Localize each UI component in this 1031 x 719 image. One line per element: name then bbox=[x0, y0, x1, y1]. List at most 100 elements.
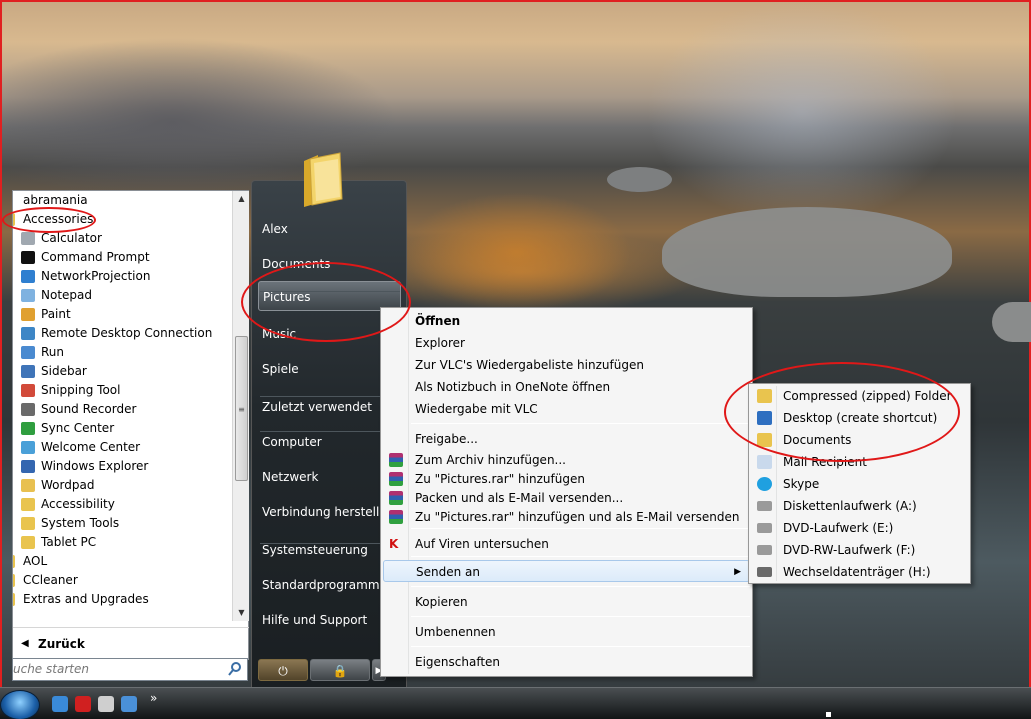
send-to-label: Diskettenlaufwerk (A:) bbox=[783, 499, 917, 513]
program-item[interactable]: Accessories bbox=[13, 210, 233, 229]
taskbar: » bbox=[0, 687, 1031, 719]
program-label: Extras and Upgrades bbox=[23, 592, 149, 606]
program-label: CCleaner bbox=[23, 573, 78, 587]
context-menu-item[interactable]: K Auf Viren untersuchen bbox=[383, 533, 750, 555]
context-menu-label: Senden an bbox=[416, 565, 480, 579]
send-to-item[interactable]: Diskettenlaufwerk (A:) bbox=[751, 495, 968, 517]
programs-scrollbar[interactable]: ▲ ≡ ▼ bbox=[232, 191, 249, 621]
program-item[interactable]: Calculator bbox=[13, 229, 233, 248]
notepad-icon bbox=[21, 289, 35, 302]
power-icon[interactable]: ⏻ bbox=[258, 659, 308, 681]
context-menu-item[interactable]: Als Notizbuch in OneNote öffnen bbox=[383, 376, 750, 398]
program-item[interactable]: Sidebar bbox=[13, 362, 233, 381]
send-to-item[interactable]: Mail Recipient bbox=[751, 451, 968, 473]
back-arrow-icon: ◀ bbox=[21, 638, 29, 649]
winrar-icon bbox=[389, 472, 403, 486]
start-menu-place-documents[interactable]: Documents bbox=[258, 249, 401, 279]
zip-folder-icon bbox=[757, 389, 772, 403]
send-to-item[interactable]: DVD-RW-Laufwerk (F:) bbox=[751, 539, 968, 561]
program-label: Tablet PC bbox=[41, 535, 97, 549]
folder-icon bbox=[21, 498, 35, 511]
wordpad-icon bbox=[21, 479, 35, 492]
show-desktop-icon[interactable] bbox=[121, 696, 137, 712]
windows-media-icon[interactable] bbox=[52, 696, 68, 712]
context-menu-item[interactable]: Freigabe... bbox=[383, 428, 750, 450]
scroll-up-arrow-icon[interactable]: ▲ bbox=[233, 191, 250, 207]
welcome-center-icon bbox=[21, 441, 35, 454]
program-item[interactable]: Command Prompt bbox=[13, 248, 233, 267]
program-item[interactable]: abramania bbox=[13, 191, 233, 210]
send-to-item[interactable]: DVD-Laufwerk (E:) bbox=[751, 517, 968, 539]
send-to-item[interactable]: Documents bbox=[751, 429, 968, 451]
quick-launch-chevron[interactable]: » bbox=[150, 691, 157, 705]
context-menu-item[interactable]: Öffnen bbox=[383, 310, 750, 332]
power-buttons: ⏻ 🔒 ▶ bbox=[258, 659, 398, 681]
send-to-label: DVD-RW-Laufwerk (F:) bbox=[783, 543, 916, 557]
context-menu-label: Als Notizbuch in OneNote öffnen bbox=[415, 380, 611, 394]
dvd-rw-drive-icon bbox=[757, 545, 772, 555]
program-label: Notepad bbox=[41, 288, 92, 302]
send-to-item[interactable]: Compressed (zipped) Folder bbox=[751, 385, 968, 407]
program-item[interactable]: Paint bbox=[13, 305, 233, 324]
program-item[interactable]: Run bbox=[13, 343, 233, 362]
program-item[interactable]: System Tools bbox=[13, 514, 233, 533]
program-item[interactable]: CCleaner bbox=[13, 571, 233, 590]
program-item[interactable]: Sound Recorder bbox=[13, 400, 233, 419]
send-to-item[interactable]: Wechseldatenträger (H:) bbox=[751, 561, 968, 583]
back-button[interactable]: ◀ Zurück bbox=[13, 627, 249, 661]
context-menu-item[interactable]: Eigenschaften bbox=[383, 651, 750, 673]
scroll-thumb[interactable]: ≡ bbox=[235, 336, 248, 481]
program-item[interactable]: Accessibility bbox=[13, 495, 233, 514]
remote-desktop-icon bbox=[21, 327, 35, 340]
program-item[interactable]: Tablet PC bbox=[13, 533, 233, 552]
program-item[interactable]: Wordpad bbox=[13, 476, 233, 495]
program-item[interactable]: Welcome Center bbox=[13, 438, 233, 457]
skype-icon bbox=[757, 477, 772, 491]
send-to-label: DVD-Laufwerk (E:) bbox=[783, 521, 894, 535]
program-item[interactable]: AOL bbox=[13, 552, 233, 571]
separator bbox=[411, 528, 750, 529]
programs-list: abramania Accessories Calculator Command Pr… bbox=[13, 191, 233, 621]
folder-icon bbox=[13, 213, 15, 226]
program-label: Sidebar bbox=[41, 364, 87, 378]
context-menu-item[interactable]: Umbenennen bbox=[383, 621, 750, 643]
context-menu-item[interactable]: Explorer bbox=[383, 332, 750, 354]
context-menu-item[interactable]: Zur VLC's Wiedergabeliste hinzufügen bbox=[383, 354, 750, 376]
program-item[interactable]: Extras and Upgrades bbox=[13, 590, 233, 609]
send-to-item[interactable]: Skype bbox=[751, 473, 968, 495]
kaspersky-icon: K bbox=[389, 537, 399, 551]
context-menu-label: Zu "Pictures.rar" hinzufügen und als E-M… bbox=[415, 510, 740, 524]
program-item[interactable]: NetworkProjection bbox=[13, 267, 233, 286]
context-menu-item[interactable]: Wiedergabe mit VLC bbox=[383, 398, 750, 420]
context-menu-item[interactable]: Zu "Pictures.rar" hinzufügen und als E-M… bbox=[383, 506, 750, 528]
sidebar-icon bbox=[21, 365, 35, 378]
program-item[interactable]: Sync Center bbox=[13, 419, 233, 438]
send-to-item[interactable]: Desktop (create shortcut) bbox=[751, 407, 968, 429]
drive-icon[interactable] bbox=[98, 696, 114, 712]
program-item[interactable]: Windows Explorer bbox=[13, 457, 233, 476]
folder-icon bbox=[21, 536, 35, 549]
context-menu-item[interactable]: Kopieren bbox=[383, 591, 750, 613]
lock-icon[interactable]: 🔒 bbox=[310, 659, 370, 681]
scroll-down-arrow-icon[interactable]: ▼ bbox=[233, 605, 250, 621]
program-item[interactable]: Remote Desktop Connection bbox=[13, 324, 233, 343]
separator bbox=[260, 396, 400, 397]
program-label: Accessibility bbox=[41, 497, 115, 511]
send-to-label: Wechseldatenträger (H:) bbox=[783, 565, 931, 579]
search-icon[interactable] bbox=[227, 661, 243, 677]
folder-icon bbox=[13, 574, 15, 587]
program-item[interactable]: Snipping Tool bbox=[13, 381, 233, 400]
context-menu: Öffnen Explorer Zur VLC's Wiedergabeliste … bbox=[380, 307, 753, 677]
windows-start-orb-icon[interactable] bbox=[0, 690, 40, 719]
separator bbox=[260, 543, 400, 544]
program-item[interactable]: Notepad bbox=[13, 286, 233, 305]
start-menu-place-alex[interactable]: Alex bbox=[258, 214, 401, 244]
opera-icon[interactable] bbox=[75, 696, 91, 712]
context-menu-label: Kopieren bbox=[415, 595, 468, 609]
program-label: Command Prompt bbox=[41, 250, 150, 264]
folder-icon bbox=[21, 517, 35, 530]
context-menu-item[interactable]: Senden an ▶ bbox=[383, 560, 750, 582]
start-search-input[interactable]: uche starten bbox=[12, 658, 248, 681]
context-menu-label: Öffnen bbox=[415, 314, 461, 328]
microphone-icon bbox=[21, 403, 35, 416]
